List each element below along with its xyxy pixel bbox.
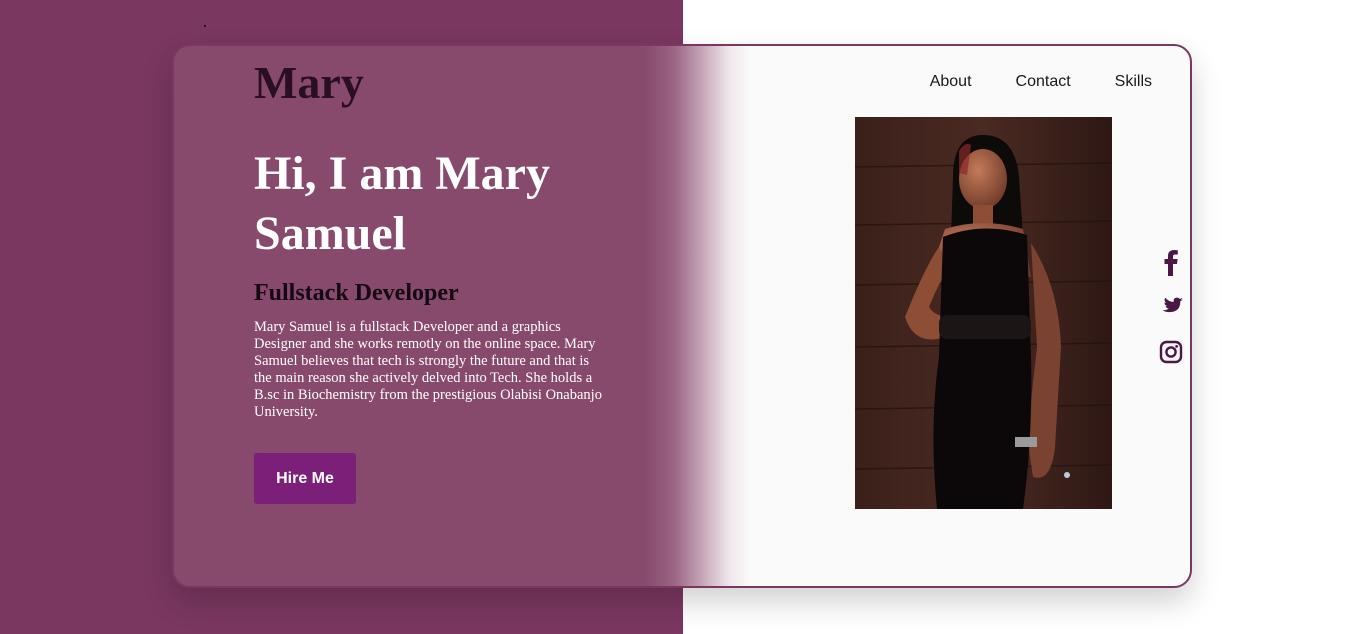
nav-link-about[interactable]: About: [930, 73, 972, 91]
hero-bio: Mary Samuel is a fullstack Developer and…: [254, 319, 602, 420]
hire-me-button[interactable]: Hire Me: [254, 453, 356, 504]
instagram-icon[interactable]: [1158, 338, 1184, 366]
nav-link-skills[interactable]: Skills: [1115, 73, 1152, 91]
nav-link-contact[interactable]: Contact: [1016, 73, 1071, 91]
profile-photo: [855, 117, 1112, 509]
stray-dot: [204, 25, 206, 27]
hero-title: Hi, I am Mary Samuel: [254, 147, 550, 260]
hero-subtitle: Fullstack Developer: [254, 280, 459, 306]
hero-card: Mary About Contact Skills Hi, I am Mary …: [172, 44, 1192, 588]
site-logo[interactable]: Mary: [254, 56, 364, 109]
social-links: [1156, 248, 1186, 366]
twitter-icon[interactable]: [1158, 293, 1184, 321]
main-nav: About Contact Skills: [930, 73, 1152, 91]
facebook-icon[interactable]: [1158, 248, 1184, 276]
